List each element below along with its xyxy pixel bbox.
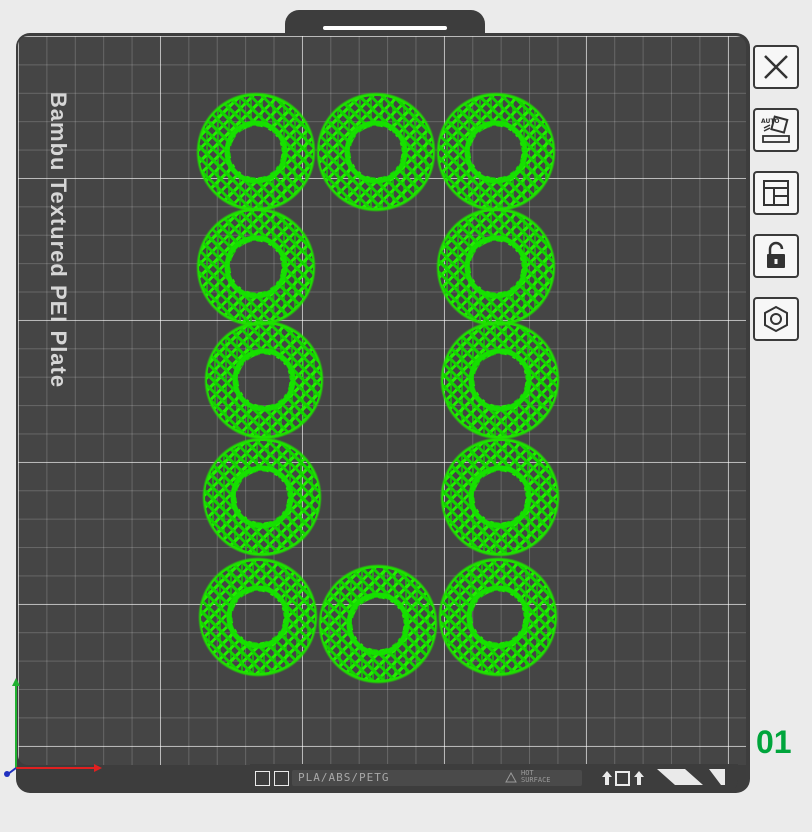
plate-toolbar: AUTO <box>753 45 799 360</box>
model-object[interactable] <box>437 557 559 677</box>
hex-nut-icon <box>764 305 788 333</box>
plate-orientation-icon <box>602 771 644 786</box>
hot-surface-label: HOT SURFACE <box>505 770 551 784</box>
model-object[interactable] <box>203 320 325 440</box>
x-axis-arrow <box>94 764 102 772</box>
model-object[interactable] <box>195 92 317 212</box>
plate-number: 01 <box>756 724 792 760</box>
model-object[interactable] <box>439 320 561 440</box>
auto-arrange-button[interactable]: AUTO <box>753 108 799 152</box>
plate-label-bar: PLA/ABS/PETG HOT SURFACE <box>250 764 738 792</box>
model-object[interactable] <box>197 557 319 677</box>
y-axis-arrow <box>12 678 20 686</box>
model-object[interactable] <box>439 437 561 557</box>
lock-plate-button[interactable] <box>753 234 799 278</box>
close-icon <box>764 55 788 79</box>
plate-name-label: Bambu Textured PEI Plate <box>46 91 71 389</box>
model-group[interactable] <box>195 92 565 690</box>
layout-button[interactable] <box>753 171 799 215</box>
bambu-logo-icon <box>255 771 270 786</box>
model-object[interactable] <box>195 207 317 327</box>
surface-label: SURFACE <box>521 776 551 784</box>
z-axis-dot <box>4 771 10 777</box>
model-object[interactable] <box>435 207 557 327</box>
auto-bed-level-icon: AUTO <box>761 115 790 143</box>
model-object[interactable] <box>201 437 323 557</box>
model-object[interactable] <box>435 92 557 212</box>
close-plate-button[interactable] <box>753 45 799 89</box>
lock-icon <box>767 241 785 268</box>
layout-icon <box>763 180 789 206</box>
plate-type-icon <box>274 771 289 786</box>
warning-icon <box>505 771 517 782</box>
model-object[interactable] <box>315 92 437 212</box>
model-object[interactable] <box>317 564 439 684</box>
plate-settings-button[interactable] <box>753 297 799 341</box>
axis-gizmo <box>4 678 102 777</box>
plate-corner-marker <box>657 769 725 785</box>
plate-handle-grip <box>323 26 447 30</box>
auto-icon-label: AUTO <box>761 118 780 125</box>
